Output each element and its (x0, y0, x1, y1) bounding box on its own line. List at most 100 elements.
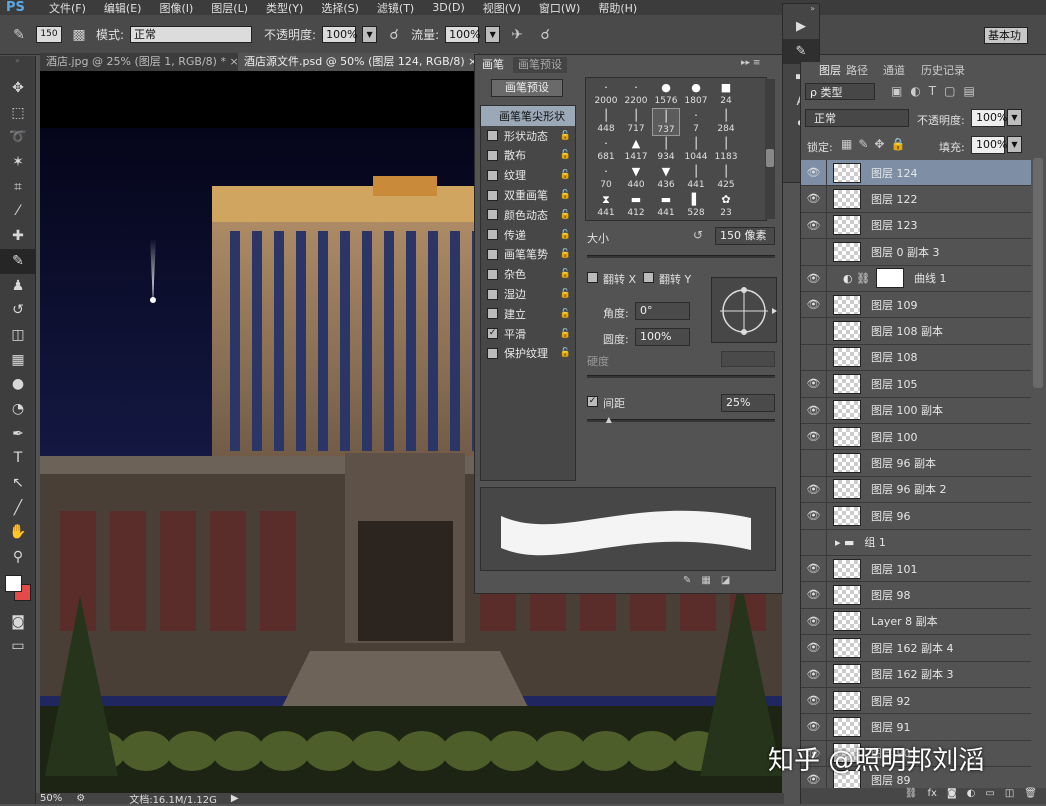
layer-name[interactable]: 图层 0 副本 3 (871, 244, 940, 260)
mode-select[interactable]: 正常 (130, 26, 253, 43)
hardness-input[interactable] (721, 351, 775, 367)
brush-tip[interactable]: │ 425 (712, 164, 740, 192)
layer-opacity-input[interactable]: 100% (971, 109, 1007, 127)
visibility-eye-icon[interactable]: 👁 (801, 635, 827, 661)
stamp-icon[interactable]: ♟ (0, 274, 36, 299)
dodge-icon[interactable]: ◔ (0, 397, 36, 422)
size-input[interactable]: 150 像素 (715, 227, 775, 245)
brush-option-item[interactable]: 湿边 🔓 (481, 284, 575, 304)
layer-name[interactable]: 图层 109 (871, 297, 918, 313)
lock-icon[interactable]: 🔓 (560, 170, 571, 180)
brush-tip[interactable]: · 2000 (592, 80, 620, 108)
opacity-input[interactable]: 100% (322, 26, 358, 43)
collapse-icon[interactable]: » (783, 4, 819, 14)
visibility-eye-icon[interactable]: 👁 (801, 292, 827, 318)
move-icon[interactable]: ✥ (0, 76, 36, 101)
layer-row[interactable]: 👁 图层 122 (801, 186, 1031, 213)
lock-icons[interactable]: ▦✎✥🔒 (841, 137, 911, 151)
brush-option-item[interactable]: 杂色 🔓 (481, 264, 575, 284)
brush-option-item[interactable]: 传递 🔓 (481, 225, 575, 245)
layer-row[interactable]: 👁 图层 162 副本 4 (801, 635, 1031, 662)
layer-row[interactable]: 图层 96 副本 (801, 450, 1031, 477)
brush-option-item[interactable]: 散布 🔓 (481, 146, 575, 166)
layer-row[interactable]: 👁 图层 96 副本 2 (801, 476, 1031, 504)
flip-x-checkbox[interactable] (587, 272, 598, 283)
brush-tip[interactable]: │ 441 (682, 164, 710, 192)
brush-tip[interactable]: ⧗ 441 (592, 192, 620, 220)
blend-mode-select[interactable]: 正常 (805, 109, 909, 127)
visibility-eye-icon[interactable]: 👁 (801, 714, 827, 740)
brush-tip[interactable]: ▌ 528 (682, 192, 710, 220)
lock-icon[interactable]: 🔓 (560, 289, 571, 299)
brush-panel-icon[interactable]: ✎ (783, 39, 819, 64)
reset-size-icon[interactable]: ↺ (693, 228, 703, 242)
flip-y-checkbox[interactable] (643, 272, 654, 283)
brush-tip[interactable]: │ 737 (652, 108, 680, 136)
play-icon[interactable]: ▶ (783, 14, 819, 39)
layer-row[interactable]: 图层 0 副本 3 (801, 239, 1031, 266)
tab-brush[interactable]: 画笔 (477, 57, 509, 73)
visibility-eye-icon[interactable]: 👁 (801, 476, 827, 503)
brush-tip[interactable]: │ 1044 (682, 136, 710, 164)
lock-icon[interactable]: 🔓 (560, 329, 571, 339)
option-checkbox[interactable] (487, 189, 498, 201)
fx-icon[interactable]: fx (928, 788, 937, 804)
lock-icon[interactable]: 🔓 (560, 348, 571, 358)
brush-icon[interactable]: ✎ (0, 248, 36, 274)
flow-input[interactable]: 100% (445, 26, 481, 43)
visibility-eye-icon[interactable]: 👁 (801, 582, 827, 608)
brush-tip[interactable]: ▼ 436 (652, 164, 680, 192)
layer-row[interactable]: 👁 图层 98 (801, 582, 1031, 609)
visibility-eye-icon[interactable]: 👁 (801, 503, 827, 529)
zoom-level[interactable]: 50% (40, 793, 62, 804)
menu-layer[interactable]: 图层(L) (202, 0, 257, 16)
layer-name[interactable]: 图层 100 (871, 429, 918, 445)
workspace-button[interactable]: 基本功 (984, 27, 1028, 44)
brush-tip[interactable]: ■ 24 (712, 80, 740, 108)
visibility-eye-icon[interactable] (801, 344, 827, 371)
layer-row[interactable]: 👁 图层 162 副本 3 (801, 661, 1031, 688)
option-checkbox[interactable] (487, 209, 498, 221)
layer-name[interactable]: 图层 124 (871, 165, 918, 181)
layer-row[interactable]: ▸ ▬ 组 1 (801, 529, 1031, 556)
lock-icon[interactable]: 🔓 (560, 210, 571, 220)
brush-tip[interactable]: │ 934 (652, 136, 680, 164)
layer-row[interactable]: 👁 图层 123 (801, 212, 1031, 240)
brush-option-item[interactable]: 颜色动态 🔓 (481, 205, 575, 225)
option-checkbox[interactable] (487, 288, 498, 300)
brush-option-item[interactable]: 画笔笔势 🔓 (481, 245, 575, 265)
marquee-icon[interactable]: ⬚ (0, 101, 36, 126)
brush-tip[interactable]: · 7 (682, 108, 710, 136)
panel-menu-icon[interactable]: ▸▸ ≡ (741, 58, 760, 68)
eyedropper-icon[interactable]: ⁄ (0, 199, 36, 224)
visibility-eye-icon[interactable] (801, 450, 827, 476)
gradient-icon[interactable]: ▦ (0, 348, 36, 373)
layer-kind-filter[interactable]: ρ 类型 (805, 83, 875, 100)
folder-icon[interactable]: ▭ (985, 788, 994, 804)
layer-row[interactable]: 图层 108 副本 (801, 318, 1031, 345)
layer-name[interactable]: 图层 98 (871, 587, 911, 603)
brush-size-box[interactable]: 150 (36, 26, 62, 43)
line-icon[interactable]: ╱ (0, 496, 36, 521)
layer-name[interactable]: 图层 100 副本 (871, 402, 943, 418)
option-checkbox[interactable] (487, 130, 498, 142)
brush-option-item[interactable]: ✓ 平滑 🔓 (481, 324, 575, 344)
lock-icon[interactable]: 🔓 (560, 150, 571, 160)
layer-name[interactable]: 图层 162 副本 4 (871, 640, 953, 656)
layer-row[interactable]: 👁 图层 92 (801, 688, 1031, 715)
type-icon[interactable]: T (0, 446, 36, 471)
menu-window[interactable]: 窗口(W) (530, 0, 589, 16)
visibility-eye-icon[interactable]: 👁 (801, 265, 827, 291)
layer-filter-icons[interactable]: ▣◐T▢▤ (891, 84, 983, 98)
quick-mask-icon[interactable]: ◙ (0, 610, 36, 635)
panel-footer-icons[interactable]: ✎▦◪ (683, 575, 740, 586)
preset-scrollbar[interactable] (765, 79, 775, 219)
layer-name[interactable]: 图层 101 (871, 561, 918, 577)
layer-name[interactable]: 图层 122 (871, 191, 918, 207)
layer-name[interactable]: 图层 108 (871, 349, 918, 365)
menu-edit[interactable]: 编辑(E) (95, 0, 151, 16)
tab-paths[interactable]: 路径 (846, 62, 868, 80)
visibility-eye-icon[interactable]: 👁 (801, 661, 827, 687)
zoom-icon[interactable]: ⚲ (0, 545, 36, 570)
visibility-eye-icon[interactable]: 👁 (801, 160, 827, 186)
